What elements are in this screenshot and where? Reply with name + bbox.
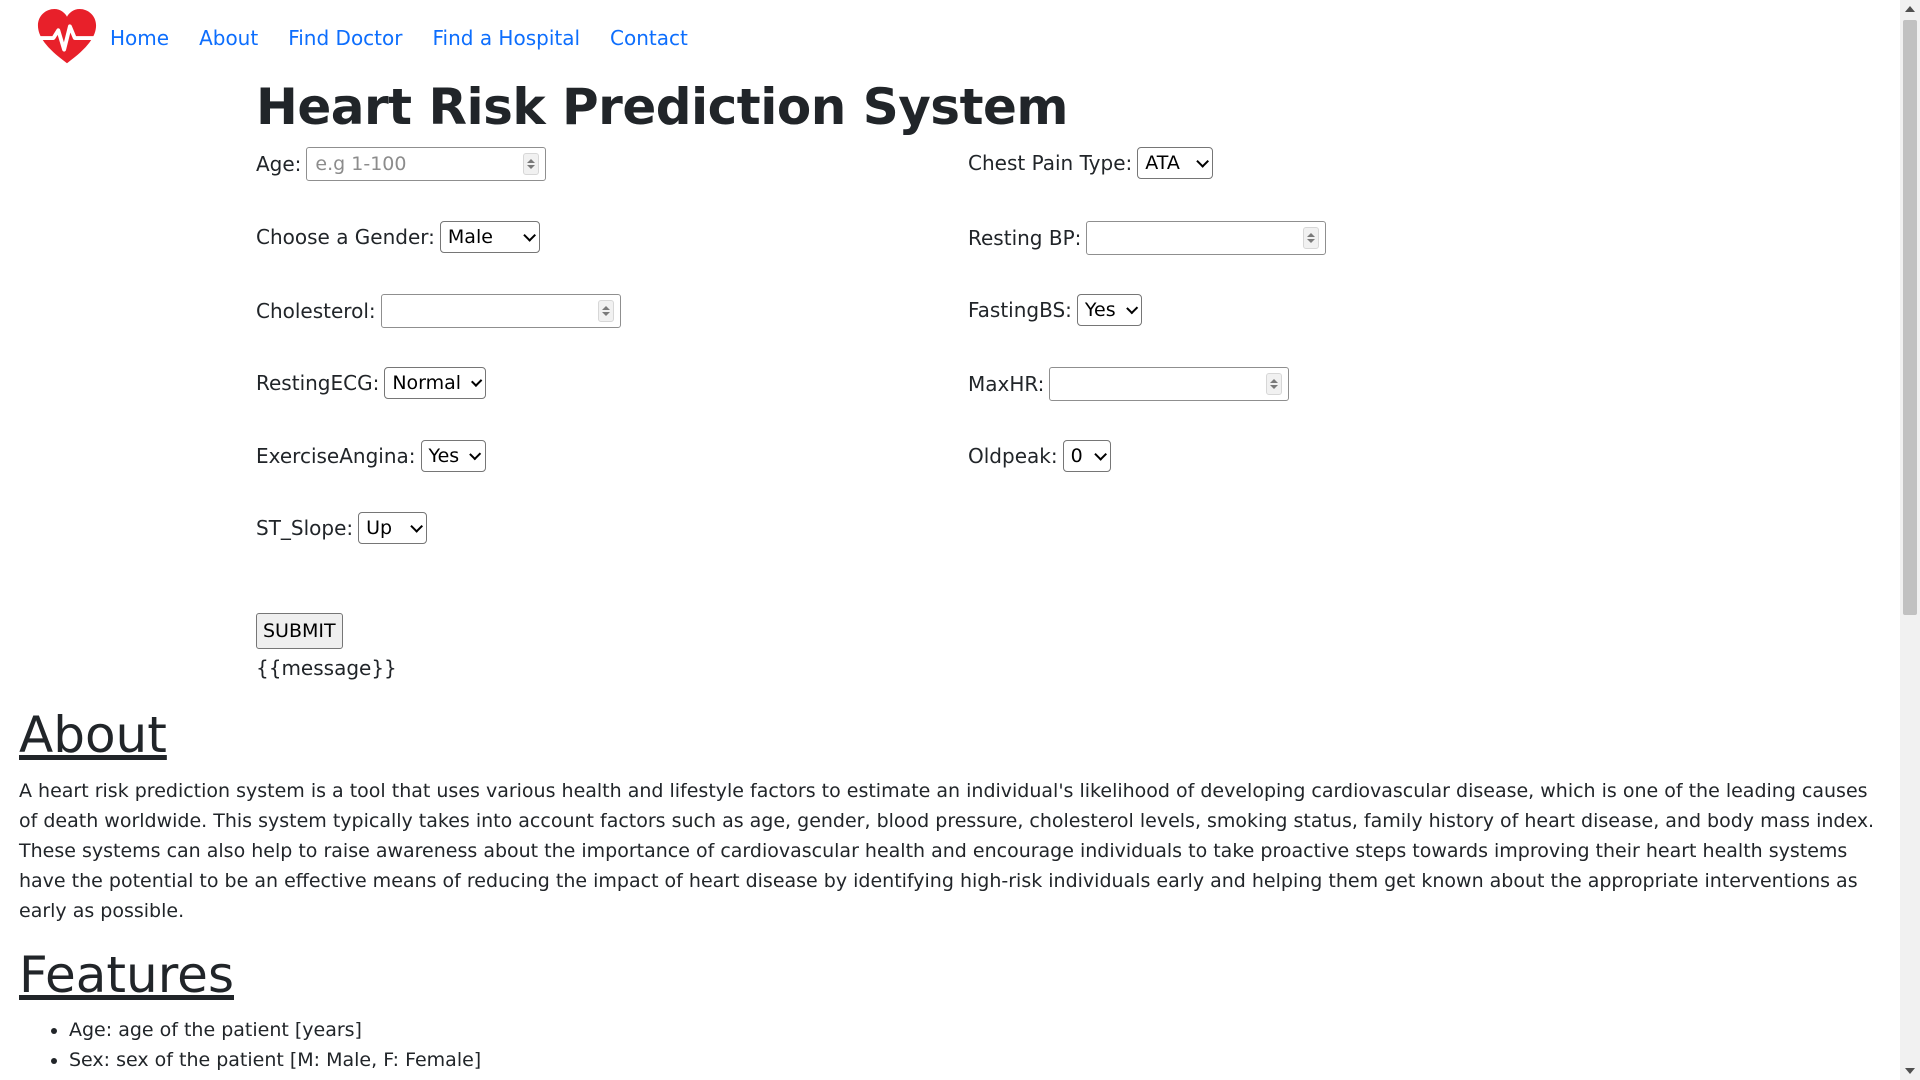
submit-button[interactable]: SUBMIT — [256, 613, 343, 649]
cholesterol-spinner[interactable] — [597, 300, 614, 322]
oldpeak-value: 0 — [1070, 445, 1083, 467]
oldpeak-label: Oldpeak: — [968, 444, 1058, 468]
st-slope-field: ST_Slope: Up — [256, 512, 428, 544]
resting-bp-label: Resting BP: — [968, 226, 1082, 250]
age-placeholder: e.g 1-100 — [315, 153, 407, 175]
resting-bp-spinner[interactable] — [1303, 227, 1320, 249]
exercise-angina-label: ExerciseAngina: — [256, 444, 416, 468]
chest-pain-field: Chest Pain Type: ATA — [968, 147, 1214, 179]
exercise-angina-value: Yes — [428, 445, 460, 467]
navbar: Home About Find Doctor Find a Hospital C… — [36, 8, 718, 68]
features-heading: Features — [19, 946, 234, 1004]
resting-ecg-field: RestingECG: Normal — [256, 367, 487, 399]
nav-link-home[interactable]: Home — [110, 26, 169, 50]
nav-link-find-hospital[interactable]: Find a Hospital — [432, 26, 580, 50]
exercise-angina-select[interactable]: Yes — [420, 440, 486, 472]
max-hr-input[interactable] — [1049, 367, 1290, 401]
gender-field: Choose a Gender: Male — [256, 221, 540, 253]
chevron-down-icon — [1125, 301, 1139, 315]
nav-link-contact[interactable]: Contact — [610, 26, 688, 50]
cholesterol-label: Cholesterol: — [256, 299, 376, 323]
chest-pain-label: Chest Pain Type: — [968, 151, 1133, 175]
scroll-down-icon[interactable] — [1905, 1068, 1915, 1074]
chevron-down-icon — [1196, 154, 1210, 168]
about-heading: About — [19, 706, 167, 764]
about-text: A heart risk prediction system is a tool… — [19, 780, 1875, 922]
features-list: Age: age of the patient [years] Sex: sex… — [19, 1015, 481, 1075]
cholesterol-input[interactable] — [380, 294, 621, 328]
st-slope-select[interactable]: Up — [358, 512, 428, 544]
heart-pulse-icon[interactable] — [36, 7, 98, 69]
vertical-scrollbar[interactable] — [1900, 0, 1920, 1080]
chevron-down-icon — [410, 519, 424, 533]
max-hr-label: MaxHR: — [968, 372, 1045, 396]
chevron-down-icon — [471, 375, 483, 387]
st-slope-value: Up — [366, 517, 393, 539]
resting-ecg-value: Normal — [392, 372, 462, 394]
chevron-down-icon — [1093, 447, 1107, 461]
list-item: Sex: sex of the patient [M: Male, F: Fem… — [69, 1045, 481, 1075]
gender-select[interactable]: Male — [439, 221, 540, 253]
chevron-down-icon — [469, 447, 482, 461]
nav-link-about[interactable]: About — [199, 26, 258, 50]
resting-bp-field: Resting BP: — [968, 221, 1327, 255]
oldpeak-field: Oldpeak: 0 — [968, 440, 1111, 472]
age-field: Age: e.g 1-100 — [256, 147, 547, 181]
max-hr-field: MaxHR: — [968, 367, 1290, 401]
nav-link-find-doctor[interactable]: Find Doctor — [288, 26, 402, 50]
resting-bp-input[interactable] — [1086, 221, 1327, 255]
fasting-bs-label: FastingBS: — [968, 298, 1072, 322]
max-hr-spinner[interactable] — [1266, 373, 1283, 395]
age-label: Age: — [256, 152, 302, 176]
oldpeak-select[interactable]: 0 — [1062, 440, 1111, 472]
fasting-bs-select[interactable]: Yes — [1076, 294, 1142, 326]
cholesterol-field: Cholesterol: — [256, 294, 621, 328]
resting-ecg-label: RestingECG: — [256, 371, 380, 395]
age-spinner[interactable] — [523, 153, 540, 175]
result-message: {{message}} — [256, 656, 397, 680]
list-item: Age: age of the patient [years] — [69, 1015, 481, 1045]
st-slope-label: ST_Slope: — [256, 516, 354, 540]
chevron-down-icon — [523, 228, 536, 242]
scrollbar-thumb[interactable] — [1903, 20, 1917, 615]
exercise-angina-field: ExerciseAngina: Yes — [256, 440, 486, 472]
chest-pain-select[interactable]: ATA — [1137, 147, 1214, 179]
gender-value: Male — [447, 226, 493, 248]
page-title: Heart Risk Prediction System — [256, 78, 1068, 136]
fasting-bs-field: FastingBS: Yes — [968, 294, 1142, 326]
scroll-up-icon[interactable] — [1905, 6, 1915, 12]
chest-pain-value: ATA — [1145, 152, 1180, 174]
fasting-bs-value: Yes — [1084, 299, 1116, 321]
age-input[interactable]: e.g 1-100 — [306, 147, 547, 181]
gender-label: Choose a Gender: — [256, 225, 435, 249]
resting-ecg-select[interactable]: Normal — [384, 367, 487, 399]
